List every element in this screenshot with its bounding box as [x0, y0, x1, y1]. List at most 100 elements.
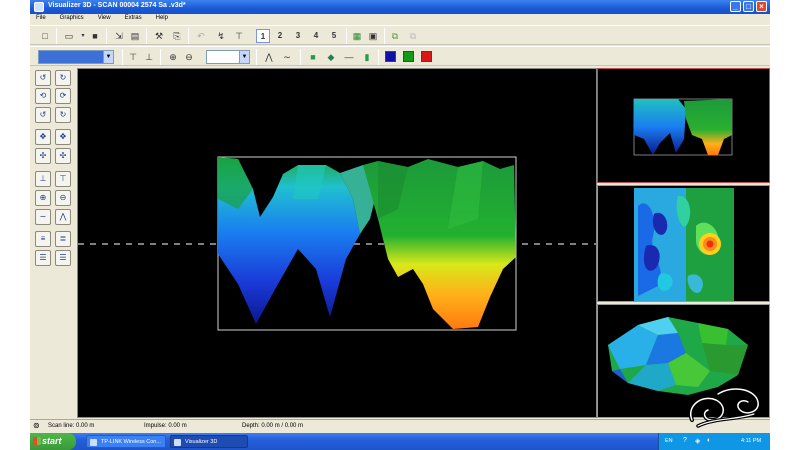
- flat-profile-icon[interactable]: ∼: [280, 50, 294, 64]
- start-button[interactable]: start: [30, 433, 76, 450]
- language-indicator[interactable]: EN: [665, 438, 673, 444]
- zoom-in-icon[interactable]: ⊕: [166, 50, 180, 64]
- windows-taskbar: start TP-LINK Wireless Con... Visualizer…: [30, 433, 770, 450]
- peak-icon[interactable]: ⋀: [55, 209, 71, 225]
- main-3d-view[interactable]: [77, 68, 597, 418]
- app-icon: [34, 2, 44, 12]
- menu-bar: File Graphics View Extras Help: [30, 14, 770, 24]
- color-swatch-green[interactable]: [403, 51, 414, 62]
- help-icon[interactable]: ?: [683, 437, 687, 444]
- move-horizontal-icon[interactable]: ✥: [35, 129, 51, 145]
- volume-icon[interactable]: ◐: [707, 437, 711, 444]
- block-icon[interactable]: ▮: [360, 50, 374, 64]
- layers-icon[interactable]: ⧉: [388, 29, 402, 43]
- colormap-select[interactable]: ▼: [38, 50, 114, 64]
- view-1-button[interactable]: 1: [256, 29, 270, 43]
- status-impulse: Impulse: 0.00 m: [144, 423, 187, 429]
- windows-flag-icon: [33, 437, 41, 445]
- menu-extras[interactable]: Extras: [125, 14, 142, 21]
- minimize-button[interactable]: _: [730, 1, 741, 12]
- stack-down-icon[interactable]: ≣: [55, 231, 71, 247]
- network-tray-icon[interactable]: ◈: [695, 437, 700, 445]
- export-icon[interactable]: ⇲: [112, 29, 126, 43]
- fill-icon[interactable]: ■: [306, 50, 320, 64]
- slice-heatmap-graphic: [634, 188, 734, 301]
- spin-right-icon[interactable]: ↻: [55, 107, 71, 123]
- close-button[interactable]: ×: [756, 1, 767, 12]
- overview-surface-graphic: [633, 98, 733, 156]
- align-bottom-tool-icon[interactable]: ⊥: [35, 171, 51, 187]
- stack-icon[interactable]: ≡: [35, 231, 51, 247]
- tools-icon[interactable]: ⚒: [152, 29, 166, 43]
- task-label: TP-LINK Wireless Con...: [101, 439, 161, 445]
- profile-icon[interactable]: ⋀: [262, 50, 276, 64]
- move-up-icon[interactable]: ✣: [35, 148, 51, 164]
- align-top-tool-icon[interactable]: ⊤: [55, 171, 71, 187]
- print-icon[interactable]: ▤: [128, 29, 142, 43]
- grid-icon[interactable]: ▦: [350, 29, 364, 43]
- line-icon[interactable]: —: [342, 50, 356, 64]
- move-down-icon[interactable]: ✣: [55, 148, 71, 164]
- status-scan-line: Scan line: 0.00 m: [48, 423, 95, 429]
- pin-icon[interactable]: ⊤: [232, 29, 246, 43]
- taskbar-item-visualizer[interactable]: Visualizer 3D: [170, 435, 248, 448]
- spin-left-icon[interactable]: ↺: [35, 107, 51, 123]
- menu-graphics[interactable]: Graphics: [60, 14, 84, 21]
- chevron-down-icon: ▼: [239, 51, 249, 63]
- window-icon[interactable]: ▣: [366, 29, 380, 43]
- layers-disabled-icon[interactable]: ⧉: [406, 29, 420, 43]
- chevron-down-icon: ▼: [103, 51, 113, 63]
- menu-help[interactable]: Help: [156, 14, 168, 21]
- save-icon[interactable]: ■: [88, 29, 102, 43]
- align-bottom-icon[interactable]: ⊥: [142, 50, 156, 64]
- undo-icon[interactable]: ↶: [194, 29, 208, 43]
- network-icon: [90, 439, 97, 446]
- status-bar: ⊚ Scan line: 0.00 m Impulse: 0.00 m Dept…: [30, 419, 770, 433]
- new-file-icon[interactable]: □: [38, 29, 52, 43]
- tilt-left-icon[interactable]: ⟲: [35, 88, 51, 104]
- visualizer-window: Visualizer 3D - SCAN 00004 2574 Sa .v3d*…: [30, 0, 770, 450]
- scan-surface-graphic: [78, 156, 596, 331]
- maximize-button[interactable]: □: [743, 1, 754, 12]
- tool-panel: ↺ ↻ ⟲ ⟳ ↺ ↻ ✥ ✥ ✣ ✣ ⊥ ⊤ ⊕ ⊖ ∼ ⋀ ≡ ≣ ☰ ☰: [30, 67, 76, 418]
- system-tray: EN ? ◈ ◐ 4:11 PM: [658, 433, 770, 450]
- rotate-right-icon[interactable]: ↻: [55, 70, 71, 86]
- clock: 4:11 PM: [741, 438, 762, 444]
- view-toolbar: ▼ ⊤ ⊥ ⊕ ⊖ ▼ ⋀ ∼ ■ ◆ — ▮: [30, 46, 770, 66]
- list-alt-icon[interactable]: ☰: [55, 250, 71, 266]
- rotate-left-icon[interactable]: ↺: [35, 70, 51, 86]
- brand-logo-icon: [688, 386, 761, 428]
- zoom-select[interactable]: ▼: [206, 50, 250, 64]
- tilt-right-icon[interactable]: ⟳: [55, 88, 71, 104]
- move-all-icon[interactable]: ✥: [55, 129, 71, 145]
- color-swatch-red[interactable]: [421, 51, 432, 62]
- side-view-overview[interactable]: [597, 68, 770, 183]
- surface-icon[interactable]: ◆: [324, 50, 338, 64]
- zoom-out-tool-icon[interactable]: ⊖: [55, 190, 71, 206]
- wave-icon[interactable]: ∼: [35, 209, 51, 225]
- menu-view[interactable]: View: [98, 14, 111, 21]
- side-view-slice[interactable]: [597, 185, 770, 302]
- rotate-icon[interactable]: ↯: [214, 29, 228, 43]
- zoom-out-icon[interactable]: ⊖: [182, 50, 196, 64]
- align-top-icon[interactable]: ⊤: [126, 50, 140, 64]
- taskbar-item-tplink[interactable]: TP-LINK Wireless Con...: [86, 435, 166, 448]
- visualizer-icon: [174, 439, 181, 446]
- main-toolbar: □ ▭ ▾ ■ ⇲ ▤ ⚒ ⎘ ↶ ↯ ⊤ 1 2 3 4 5 ▦ ▣ ⧉ ⧉: [30, 25, 770, 45]
- window-title: Visualizer 3D - SCAN 00004 2574 Sa .v3d*: [48, 2, 186, 9]
- menu-file[interactable]: File: [36, 14, 46, 21]
- color-swatch-blue[interactable]: [385, 51, 396, 62]
- task-label: Visualizer 3D: [185, 439, 218, 445]
- list-icon[interactable]: ☰: [35, 250, 51, 266]
- view-3-button[interactable]: 3: [291, 29, 305, 43]
- view-2-button[interactable]: 2: [273, 29, 287, 43]
- view-4-button[interactable]: 4: [309, 29, 323, 43]
- cursor-icon: ⊚: [33, 421, 40, 430]
- start-label: start: [42, 436, 62, 446]
- status-depth: Depth: 0.00 m / 0.00 m: [242, 423, 304, 429]
- zoom-in-tool-icon[interactable]: ⊕: [35, 190, 51, 206]
- exit-icon[interactable]: ⎘: [170, 29, 184, 43]
- view-5-button[interactable]: 5: [327, 29, 341, 43]
- open-folder-icon[interactable]: ▭: [62, 29, 76, 43]
- title-bar[interactable]: Visualizer 3D - SCAN 00004 2574 Sa .v3d*…: [30, 0, 770, 14]
